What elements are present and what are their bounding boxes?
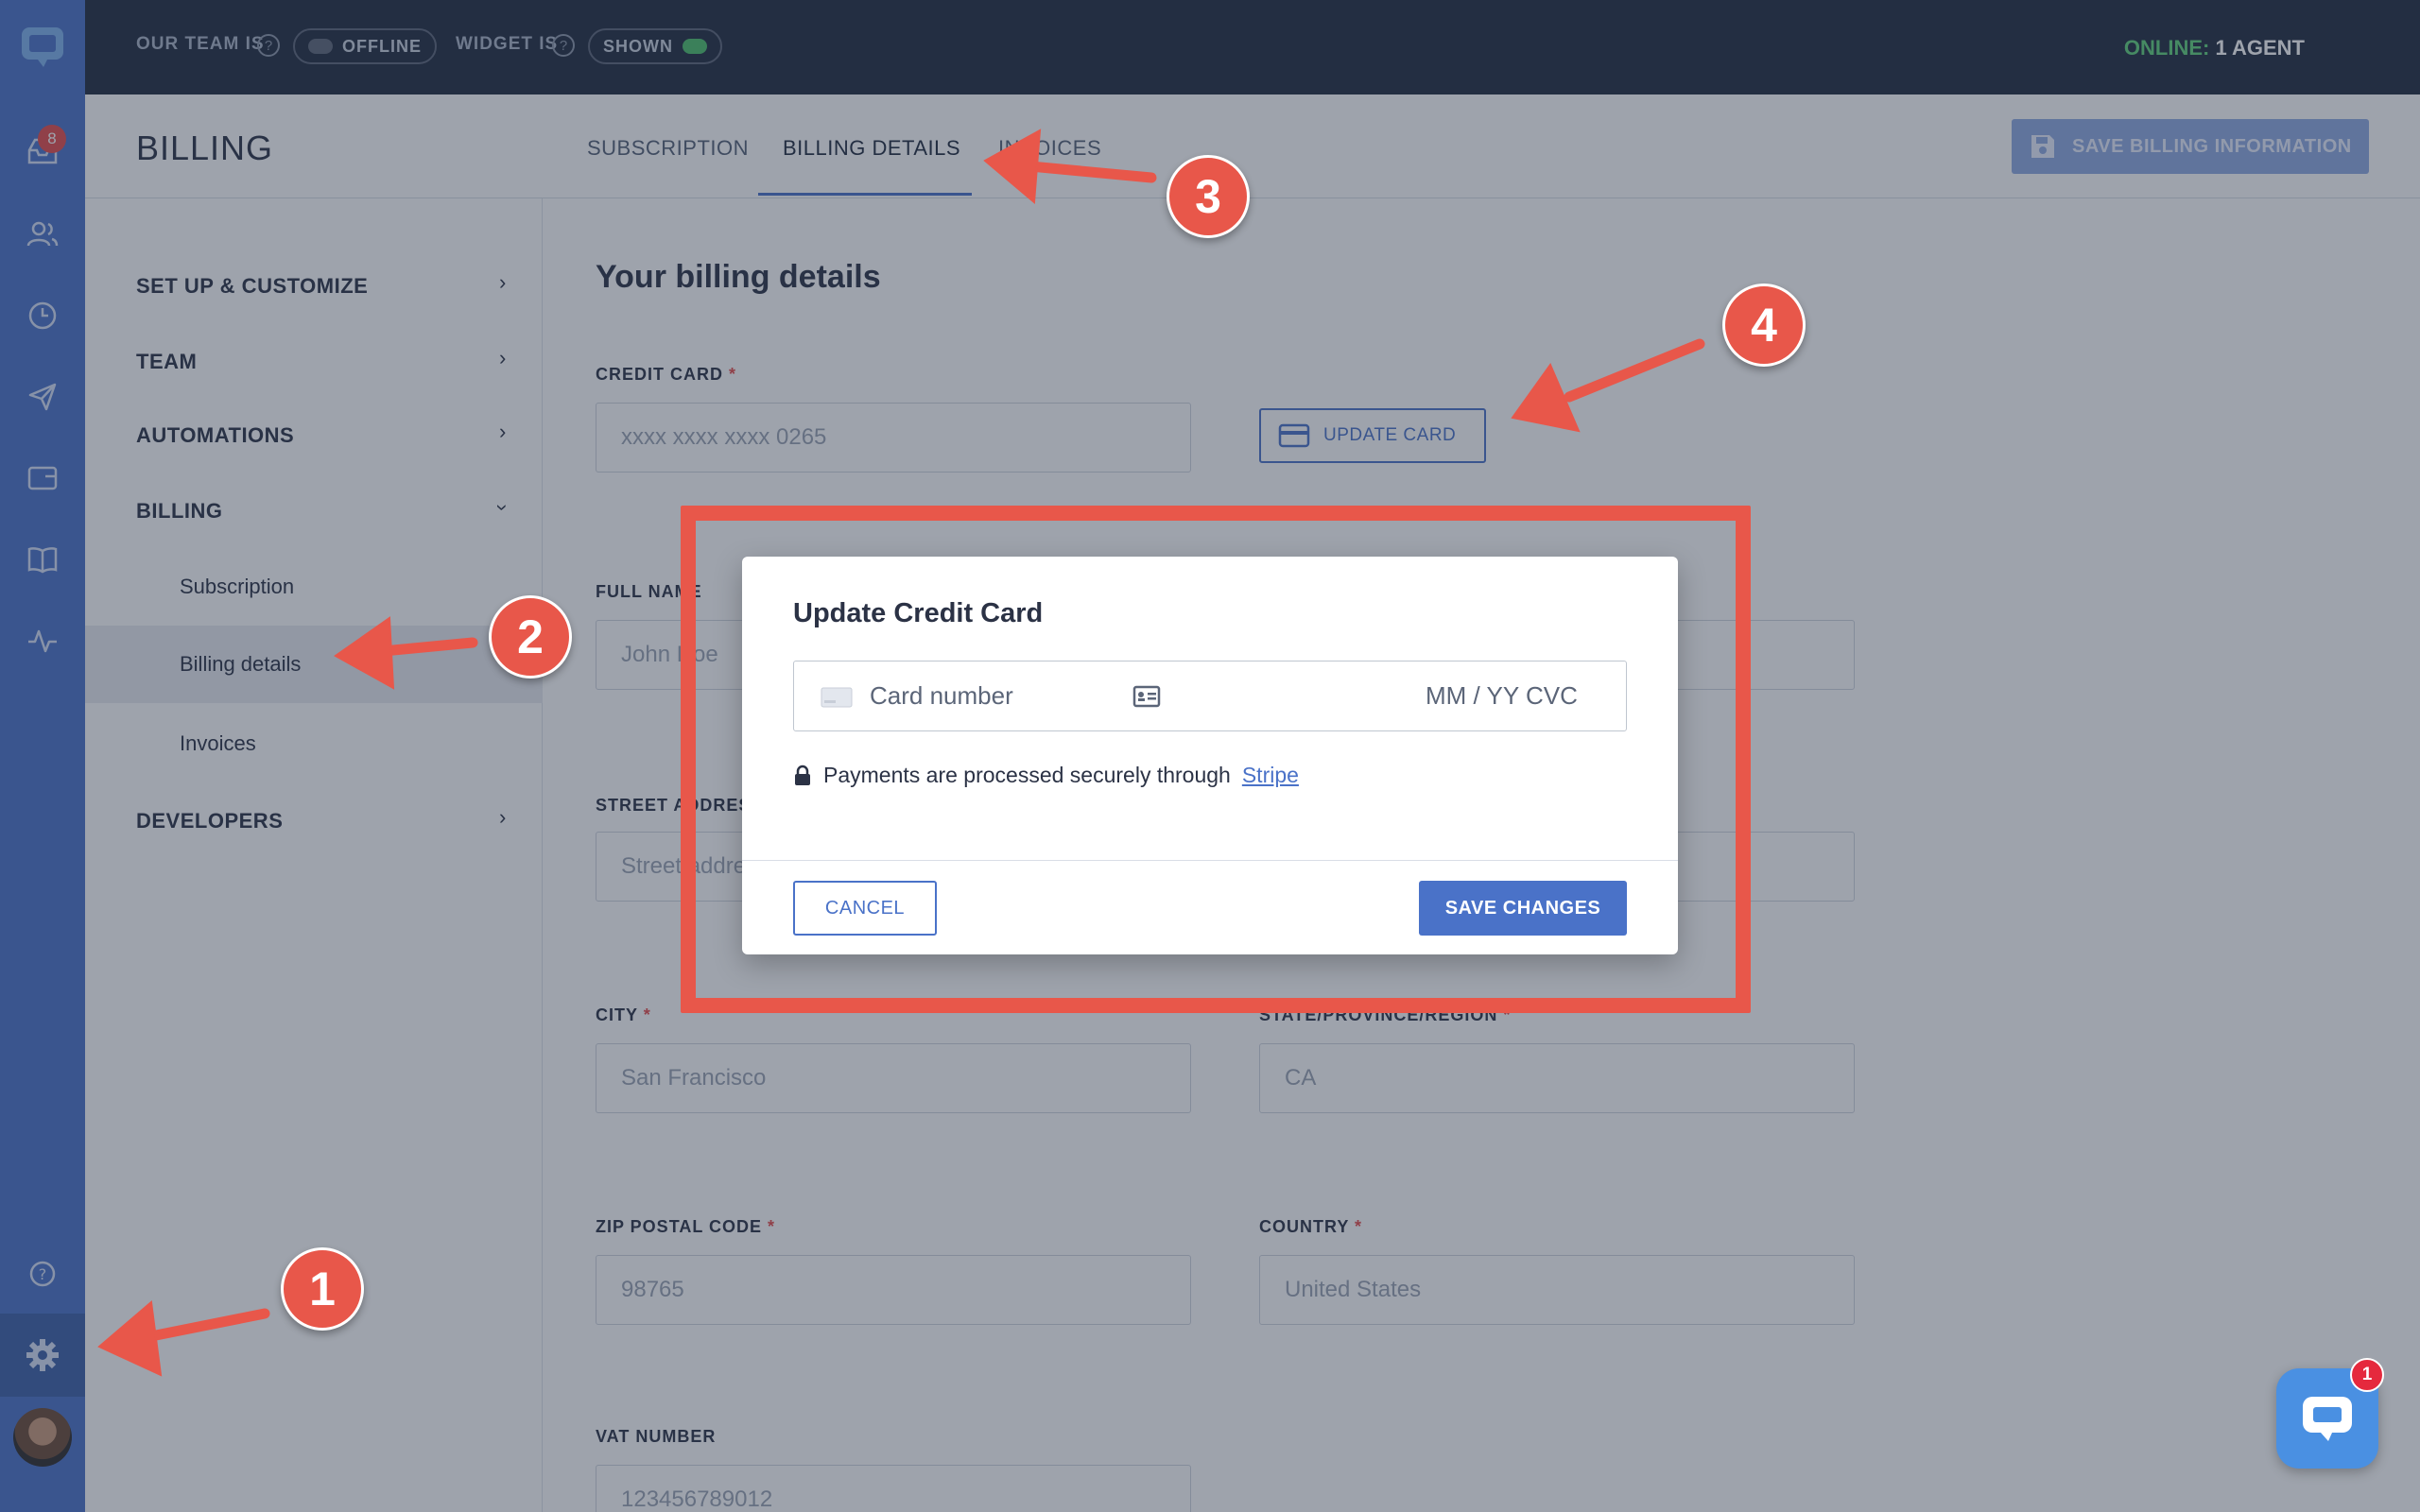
arrow-3-head	[983, 129, 1042, 205]
arrow-3	[1025, 161, 1157, 183]
annotation-4: 4	[1722, 284, 1806, 367]
arrow-1-head	[97, 1300, 163, 1377]
arrow-4	[1564, 338, 1705, 403]
chat-unread-badge: 1	[2350, 1358, 2384, 1392]
annotation-1: 1	[281, 1247, 364, 1331]
annotation-3: 3	[1167, 155, 1250, 238]
arrow-2-head	[334, 616, 395, 690]
annotation-2: 2	[489, 595, 572, 679]
chat-bubble-icon	[2303, 1397, 2352, 1441]
